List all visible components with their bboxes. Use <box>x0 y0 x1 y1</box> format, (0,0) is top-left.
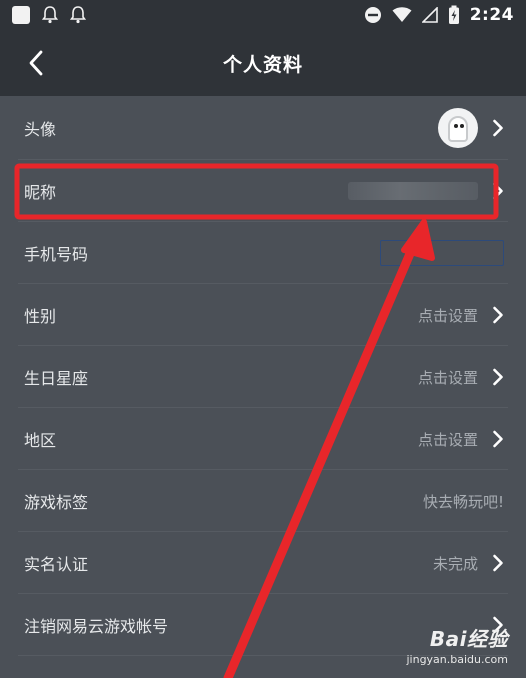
phone-number-field[interactable] <box>380 240 504 266</box>
avatar-eye <box>454 124 458 128</box>
row-label: 生日星座 <box>24 369 89 388</box>
row-label: 实名认证 <box>24 555 89 574</box>
top-nav-bar: 个人资料 <box>0 30 526 96</box>
chevron-right-icon <box>493 368 503 386</box>
row-label: 头像 <box>24 120 57 139</box>
row-right <box>348 182 504 200</box>
row-value: 点击设置 <box>417 430 478 449</box>
watermark-logo: Bai经验 <box>429 627 508 651</box>
row-region[interactable]: 地区 点击设置 <box>0 408 526 470</box>
chevron-right-icon <box>493 430 503 448</box>
watermark: Bai经验 jingyan.baidu.com <box>406 623 508 666</box>
row-label: 游戏标签 <box>24 493 89 512</box>
row-nickname[interactable]: 昵称 <box>0 160 526 222</box>
signal-icon <box>421 7 438 23</box>
avatar[interactable] <box>438 108 478 148</box>
chevron-right-icon <box>493 182 503 200</box>
row-value: 点击设置 <box>417 368 478 387</box>
row-right: 点击设置 <box>418 429 504 450</box>
row-label: 性别 <box>24 307 57 326</box>
bell-icon <box>70 6 86 24</box>
row-right <box>438 108 504 148</box>
row-right: 点击设置 <box>418 305 504 326</box>
chevron-right-icon <box>493 119 503 137</box>
bell-icon <box>42 6 58 24</box>
row-phone-number[interactable]: 手机号码 <box>0 222 526 284</box>
battery-charging-icon <box>448 5 459 24</box>
do-not-disturb-icon <box>364 7 381 23</box>
status-bar-right-icons: 2:24 <box>364 5 514 25</box>
row-gender[interactable]: 性别 点击设置 <box>0 284 526 346</box>
status-bar-left-icons <box>12 6 86 24</box>
watermark-url: jingyan.baidu.com <box>406 653 508 666</box>
row-game-tags[interactable]: 游戏标签 快去畅玩吧! <box>0 470 526 532</box>
row-right: 快去畅玩吧! <box>423 491 504 512</box>
row-value: 未完成 <box>432 554 478 573</box>
status-time: 2:24 <box>469 5 514 25</box>
row-label: 注销网易云游戏帐号 <box>24 617 169 636</box>
chevron-right-icon <box>493 306 503 324</box>
row-label: 地区 <box>24 431 57 450</box>
row-right <box>380 240 504 266</box>
app-square-icon <box>12 6 30 24</box>
status-bar: 2:24 <box>0 0 526 30</box>
row-right: 点击设置 <box>418 367 504 388</box>
row-birthday-zodiac[interactable]: 生日星座 点击设置 <box>0 346 526 408</box>
nickname-value-blurred <box>348 182 478 200</box>
row-real-name-verification[interactable]: 实名认证 未完成 <box>0 532 526 594</box>
row-label: 昵称 <box>24 183 57 202</box>
page-title: 个人资料 <box>222 53 303 76</box>
row-right: 未完成 <box>433 553 504 574</box>
wifi-icon <box>392 7 412 22</box>
avatar-eye <box>460 124 464 128</box>
row-label: 手机号码 <box>24 245 89 264</box>
row-value: 点击设置 <box>417 306 478 325</box>
ghost-avatar-icon <box>448 116 468 142</box>
chevron-left-icon <box>29 50 43 76</box>
back-button[interactable] <box>22 48 50 78</box>
profile-settings-list: 头像 昵称 手机号码 性别 点击设置 生日星座 点击设置 地区 点击设置 游戏标… <box>0 96 526 656</box>
row-value: 快去畅玩吧! <box>422 492 504 511</box>
row-avatar[interactable]: 头像 <box>0 96 526 160</box>
chevron-right-icon <box>493 554 503 572</box>
